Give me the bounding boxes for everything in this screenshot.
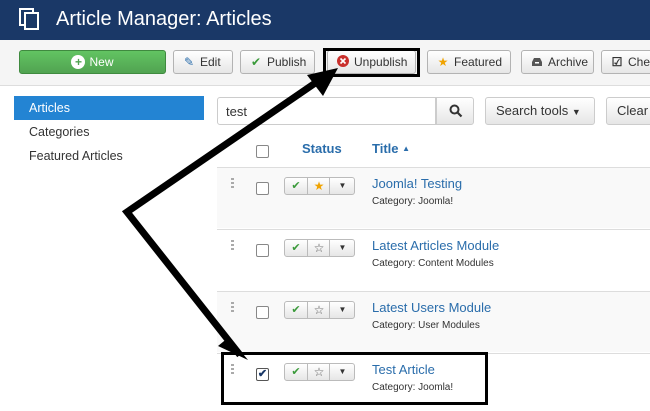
search-input[interactable]	[217, 97, 436, 125]
unfeatured-star-icon[interactable]: ☆	[307, 302, 330, 318]
select-all-checkbox[interactable]	[256, 145, 269, 158]
archive-icon	[530, 51, 544, 73]
article-title-link[interactable]: Latest Articles Module	[372, 238, 499, 253]
page-title: Article Manager: Articles	[56, 8, 272, 30]
new-button-label: New	[89, 55, 114, 69]
table-header: Status Title ▲	[217, 134, 650, 164]
article-category: Category: Joomla!	[372, 196, 454, 207]
publish-button[interactable]: ✔ Publish	[240, 50, 315, 74]
article-title-link[interactable]: Latest Users Module	[372, 300, 491, 315]
checkbox-icon: ☑	[611, 55, 623, 69]
search-icon	[449, 104, 463, 118]
featured-button[interactable]: ★ Featured	[427, 50, 511, 74]
table-row: ✔ ★ ▼ Joomla! Testing Category: Joomla!	[217, 167, 650, 228]
article-category: Category: User Modules	[372, 320, 480, 331]
published-check-icon[interactable]: ✔	[285, 302, 307, 318]
search-tools-label: Search tools	[496, 103, 569, 118]
plus-circle-icon: +	[71, 55, 86, 69]
featured-button-label: Featured	[454, 55, 503, 69]
sidebar-item-articles[interactable]: Articles	[14, 96, 204, 120]
sidebar-item-categories[interactable]: Categories	[14, 120, 204, 144]
published-check-icon[interactable]: ✔	[285, 240, 307, 256]
title-bar: Article Manager: Articles	[0, 0, 650, 40]
row-checkbox[interactable]	[256, 306, 269, 319]
archive-button-label: Archive	[548, 55, 589, 69]
sidebar: Articles Categories Featured Articles	[14, 96, 204, 168]
title-column-header[interactable]: Title ▲	[372, 141, 410, 156]
status-button-group: ✔ ☆ ▼	[284, 239, 355, 257]
title-column-label: Title	[372, 141, 399, 156]
actions-caret-icon[interactable]: ▼	[329, 302, 355, 318]
status-button-group: ✔ ★ ▼	[284, 177, 355, 195]
drag-handle-icon[interactable]	[231, 178, 234, 190]
article-category: Category: Content Modules	[372, 258, 494, 269]
actions-caret-icon[interactable]: ▼	[329, 178, 355, 194]
edit-button-label: Edit	[200, 55, 221, 69]
search-tools-button[interactable]: Search tools ▼	[485, 97, 595, 125]
edit-icon: ✎	[183, 55, 195, 69]
table-row: ✔ ☆ ▼ Latest Users Module Category: User…	[217, 291, 650, 352]
row-checkbox[interactable]	[256, 182, 269, 195]
sort-up-icon: ▲	[402, 144, 411, 153]
sidebar-item-featured-articles[interactable]: Featured Articles	[14, 144, 204, 168]
archive-button[interactable]: Archive	[521, 50, 594, 74]
row-checkbox[interactable]	[256, 244, 269, 257]
clear-button[interactable]: Clear	[606, 97, 650, 125]
featured-star-icon[interactable]: ★	[307, 178, 330, 194]
published-check-icon[interactable]: ✔	[285, 178, 307, 194]
clear-button-label: Clear	[617, 103, 649, 118]
unpublish-highlight-box	[323, 48, 420, 77]
article-title-link[interactable]: Joomla! Testing	[372, 176, 462, 191]
checkin-button[interactable]: ☑ Che	[601, 50, 650, 74]
publish-button-label: Publish	[267, 55, 307, 69]
unfeatured-star-icon[interactable]: ☆	[307, 240, 330, 256]
search-button[interactable]	[436, 97, 474, 125]
table-row: ✔ ☆ ▼ Latest Articles Module Category: C…	[217, 229, 650, 290]
status-button-group: ✔ ☆ ▼	[284, 301, 355, 319]
check-icon: ✔	[250, 55, 262, 69]
new-button[interactable]: + New	[19, 50, 166, 74]
checkin-button-label: Che	[628, 55, 650, 69]
edit-button[interactable]: ✎ Edit	[173, 50, 233, 74]
status-column-header[interactable]: Status	[302, 141, 342, 156]
star-icon: ★	[437, 55, 449, 69]
articles-icon	[19, 8, 39, 30]
drag-handle-icon[interactable]	[231, 240, 234, 252]
selected-row-highlight-box	[221, 352, 488, 405]
caret-down-icon: ▼	[571, 107, 581, 117]
actions-caret-icon[interactable]: ▼	[329, 240, 355, 256]
drag-handle-icon[interactable]	[231, 302, 234, 314]
